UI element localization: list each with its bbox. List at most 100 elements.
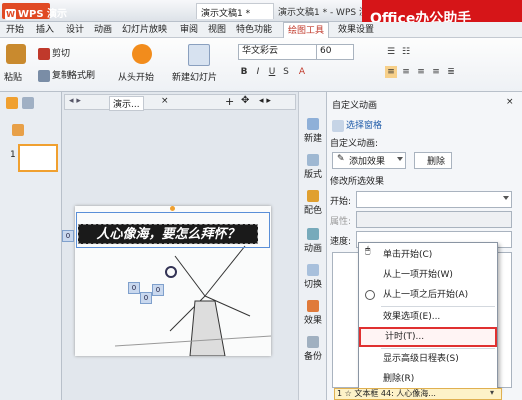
copy-button[interactable]: 复制 (38, 68, 70, 82)
slide-tab[interactable]: 演示... (109, 96, 144, 111)
pane-close-icon[interactable]: × (506, 97, 514, 107)
slide-title-text[interactable]: 人心像海，要怎么拜怀？ (78, 224, 258, 244)
new-slide-button[interactable]: 新建幻灯片 (172, 70, 217, 83)
align-center-icon[interactable]: ≡ (400, 66, 412, 78)
italic-icon[interactable]: I (252, 66, 264, 78)
slides-tab-icon (12, 124, 24, 136)
play-from-start-button[interactable]: 从头开始 (118, 70, 154, 83)
strikethrough-icon[interactable]: S (280, 66, 292, 78)
menu-item-label: 从上一项之后开始(A) (383, 290, 469, 300)
cut-button[interactable]: 剪切 (38, 46, 70, 60)
format-painter-label: 格式刷 (68, 71, 96, 81)
anim-tag[interactable]: 0 (128, 282, 140, 294)
task-tab-strip: 新建 版式 配色 动画 切换 效果 备份 (298, 92, 326, 400)
tab-effect-label: 效果 (303, 316, 322, 326)
anim-tag[interactable]: 0 (152, 284, 164, 296)
item-dropdown-icon[interactable]: ▾ (490, 388, 494, 397)
tab-backup[interactable]: 备份 (299, 336, 327, 362)
copy-icon (38, 69, 50, 82)
app-name: WPS 演示 (18, 9, 68, 20)
menu-item-timing[interactable]: 计时(T)... (359, 327, 497, 347)
animation-list-item[interactable]: 1 ☆ 文本框 44: 人心像海... (334, 388, 502, 400)
add-effect-button[interactable]: ✎ 添加效果 (332, 152, 406, 169)
ribbon: 粘贴 剪切 复制 格式刷 从头开始 新建幻灯片 华文彩云 60 B I U S … (0, 38, 522, 92)
align-right-icon[interactable]: ≡ (415, 66, 427, 78)
outline-view-icon[interactable] (22, 97, 34, 109)
menu-item-with-previous[interactable]: 从上一项开始(W) (359, 265, 497, 285)
menu-special[interactable]: 特色功能 (232, 22, 276, 38)
tab-color-label: 配色 (303, 206, 322, 216)
distribute-icon[interactable]: ≣ (445, 66, 457, 78)
menu-item-label: 从上一项开始(W) (383, 270, 453, 280)
underline-icon[interactable]: U (266, 66, 278, 78)
anim-tag[interactable]: 0 (140, 292, 152, 304)
wps-icon: W (5, 9, 16, 20)
slide-thumbnail[interactable] (18, 144, 58, 172)
paste-icon (6, 44, 26, 64)
pane-tabs (2, 96, 60, 110)
align-left-icon[interactable]: ≡ (385, 66, 397, 78)
timing-context-menu: 🖱 单击开始(C) 从上一项开始(W) 从上一项之后开始(A) 效果选项(E)..… (358, 242, 498, 392)
menu-effect-settings[interactable]: 效果设置 (334, 22, 378, 38)
tab-backup-label: 备份 (303, 352, 322, 362)
slides-view-icon[interactable] (6, 97, 18, 109)
tab-layout[interactable]: 版式 (299, 154, 327, 180)
tab-layout-label: 版式 (303, 170, 322, 180)
number-list-icon[interactable]: ☷ (400, 46, 412, 58)
property-select (356, 211, 512, 228)
menu-item-remove[interactable]: 删除(R) (359, 369, 497, 389)
menu-animation[interactable]: 动画 (90, 22, 116, 38)
arrows-icon[interactable]: ◂ ▸ (69, 96, 81, 106)
tab-new[interactable]: 新建 (299, 118, 327, 144)
close-tab-icon[interactable]: × (161, 96, 169, 106)
menu-view[interactable]: 视图 (204, 22, 230, 38)
bullet-list-icon[interactable]: ☰ (385, 46, 397, 58)
property-label: 属性: (330, 217, 352, 227)
clock-icon (365, 290, 375, 300)
layout-icon (307, 154, 319, 166)
anim-tag[interactable]: 0 (62, 230, 74, 242)
tab-effect[interactable]: 效果 (299, 300, 327, 326)
nav-icon[interactable]: ◂ ▸ (259, 96, 271, 106)
scissors-icon (38, 47, 50, 60)
bold-icon[interactable]: B (238, 66, 250, 78)
menu-drawing-tools[interactable]: 绘图工具 (283, 22, 330, 39)
tab-transition-label: 切换 (303, 280, 322, 290)
menu-item-on-click[interactable]: 🖱 单击开始(C) (359, 245, 497, 265)
menu-home[interactable]: 开始 (2, 22, 28, 38)
font-size-select[interactable]: 60 (316, 44, 354, 60)
tab-color[interactable]: 配色 (299, 190, 327, 216)
menu-design[interactable]: 设计 (62, 22, 88, 38)
cut-label: 剪切 (52, 49, 71, 59)
paste-button[interactable]: 粘贴 (4, 70, 22, 83)
menu-review[interactable]: 审阅 (176, 22, 202, 38)
menu-slideshow[interactable]: 幻灯片放映 (118, 22, 171, 38)
document-tab[interactable]: 演示文稿1 * (196, 3, 274, 19)
menu-item-label: 显示高级日程表(S) (383, 354, 459, 364)
rotate-handle[interactable] (170, 206, 175, 211)
pane-tab-slides[interactable] (12, 124, 26, 136)
menu-item-show-advanced-timeline[interactable]: 显示高级日程表(S) (359, 349, 497, 369)
add-icon[interactable]: + (225, 95, 234, 108)
select-window-link[interactable]: 选择窗格 (332, 118, 382, 132)
format-painter-button[interactable]: 格式刷 (68, 68, 95, 81)
menu-item-effect-options[interactable]: 效果选项(E)... (359, 307, 497, 327)
palette-icon (307, 190, 319, 202)
menu-item-after-previous[interactable]: 从上一项之后开始(A) (359, 285, 497, 305)
wps-logo[interactable]: W WPS 演示 (2, 3, 67, 20)
window-icon (332, 119, 344, 132)
menu-insert[interactable]: 插入 (32, 22, 58, 38)
slide-number: 1 (10, 150, 16, 160)
menu-item-label: 删除(R) (383, 374, 415, 384)
remove-button[interactable]: 删除 (414, 152, 452, 169)
start-select[interactable] (356, 191, 512, 208)
remove-label: 删除 (427, 157, 446, 167)
justify-icon[interactable]: ≡ (430, 66, 442, 78)
move-icon[interactable]: ✥ (241, 95, 249, 106)
font-color-icon[interactable]: A (296, 66, 308, 78)
tab-transition[interactable]: 切换 (299, 264, 327, 290)
select-window-label: 选择窗格 (346, 121, 383, 131)
font-name-select[interactable]: 华文彩云 (238, 44, 320, 60)
star-icon: ✎ (337, 154, 345, 164)
tab-animation[interactable]: 动画 (299, 228, 327, 254)
